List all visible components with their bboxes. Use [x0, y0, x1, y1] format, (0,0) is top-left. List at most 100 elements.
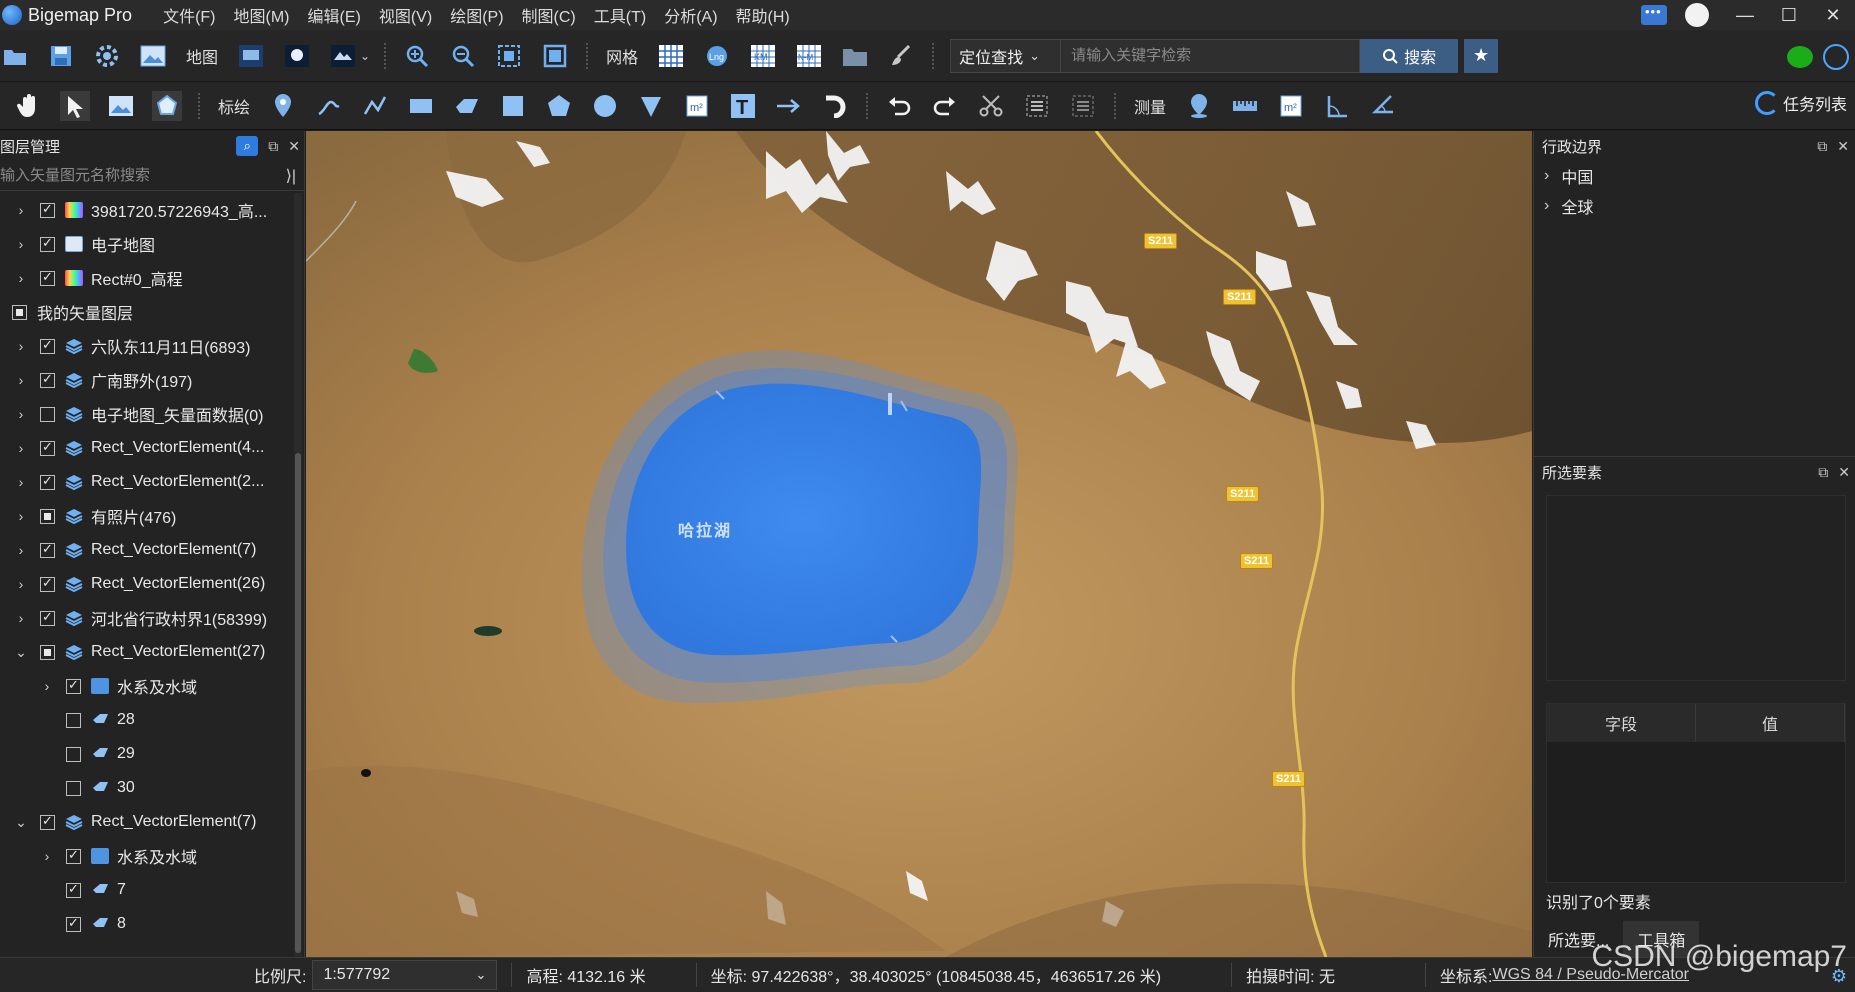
chevron-right-icon[interactable]: ›	[14, 440, 28, 456]
layer-checkbox[interactable]	[40, 473, 55, 490]
layer-checkbox[interactable]	[12, 304, 27, 320]
chevron-down-icon[interactable]: ⌄	[14, 814, 28, 831]
layer-row[interactable]: 7	[0, 873, 290, 907]
chevron-right-icon[interactable]: ›	[14, 270, 28, 286]
undo-icon[interactable]	[884, 91, 914, 121]
float-panel-icon[interactable]: ⧉	[268, 138, 278, 155]
image-export-icon[interactable]	[138, 41, 168, 71]
circle-draw-icon[interactable]	[590, 91, 620, 121]
layer-checkbox[interactable]	[66, 677, 81, 694]
menu-edit[interactable]: 编辑(E)	[299, 3, 370, 27]
square-draw-icon[interactable]	[498, 91, 528, 121]
layer-checkbox[interactable]	[40, 541, 55, 558]
close-window-button[interactable]: ✕	[1811, 0, 1855, 30]
sector-draw-icon[interactable]	[636, 91, 666, 121]
layer-row[interactable]: 29	[0, 737, 290, 771]
full-extent-icon[interactable]	[540, 41, 570, 71]
layer-checkbox[interactable]	[40, 337, 55, 354]
freehand-polygon-icon[interactable]	[452, 91, 482, 121]
chevron-right-icon[interactable]: ›	[14, 236, 28, 252]
attribute-list-icon[interactable]	[1022, 91, 1052, 121]
latlng-grid-icon[interactable]: Lng	[702, 41, 732, 71]
float-panel-icon[interactable]: ⧉	[1818, 464, 1828, 481]
layer-row[interactable]: ⌄ Rect_VectorElement(27)	[0, 635, 290, 669]
measure-distance-icon[interactable]	[1230, 91, 1260, 121]
close-icon[interactable]: ✕	[1838, 464, 1850, 481]
layer-checkbox[interactable]	[40, 575, 55, 592]
menu-view[interactable]: 视图(V)	[370, 3, 441, 27]
grid-icon[interactable]	[656, 41, 686, 71]
clear-brush-icon[interactable]	[886, 41, 916, 71]
area-label-icon[interactable]: m²	[682, 91, 712, 121]
layer-row[interactable]: › 广南野外(197)	[0, 363, 290, 397]
polygon-select-icon[interactable]	[152, 90, 182, 121]
measure-angle-icon[interactable]	[1322, 91, 1352, 121]
close-icon[interactable]: ✕	[288, 138, 300, 155]
zoom-in-icon[interactable]	[402, 41, 432, 71]
layer-row[interactable]: › 3981720.57226943_高...	[0, 193, 290, 227]
collapse-panel-icon[interactable]: ⟩|	[286, 166, 296, 186]
chevron-right-icon[interactable]: ›	[14, 372, 28, 388]
marker-icon[interactable]	[268, 91, 298, 121]
wechat-icon[interactable]	[1787, 46, 1813, 68]
layer-checkbox[interactable]	[40, 609, 55, 626]
admin-item-global[interactable]: › 全球	[1534, 191, 1855, 221]
layer-checkbox[interactable]	[40, 813, 55, 830]
map-source-icon[interactable]	[328, 41, 358, 71]
menu-map[interactable]: 地图(M)	[225, 3, 299, 27]
qq-icon[interactable]	[1823, 44, 1849, 70]
pan-hand-icon[interactable]	[14, 91, 44, 121]
layer-row[interactable]: › 河北省行政村界1(58399)	[0, 601, 290, 635]
selected-features-list[interactable]	[1546, 495, 1846, 681]
select-arrow-icon[interactable]	[60, 90, 90, 121]
chevron-right-icon[interactable]: ›	[40, 678, 54, 694]
layer-checkbox[interactable]	[66, 915, 81, 932]
maximize-button[interactable]: ☐	[1767, 0, 1811, 30]
chevron-down-icon[interactable]: ⌄	[14, 644, 28, 661]
menu-analysis[interactable]: 分析(A)	[655, 3, 726, 27]
open-folder-icon[interactable]	[0, 41, 30, 71]
layer-row[interactable]: 我的矢量图层	[0, 295, 290, 329]
search-input[interactable]	[1060, 38, 1361, 73]
satellite-map-icon[interactable]	[236, 41, 266, 71]
save-icon[interactable]	[46, 41, 76, 71]
measure-azimuth-icon[interactable]	[1368, 91, 1398, 121]
layer-search-input[interactable]	[0, 167, 260, 184]
minimize-button[interactable]: —	[1723, 0, 1767, 30]
search-button[interactable]: 搜索	[1360, 38, 1459, 73]
layer-checkbox[interactable]	[66, 881, 81, 898]
settings-gear-icon[interactable]	[92, 41, 122, 71]
layer-checkbox[interactable]	[66, 746, 81, 762]
chevron-right-icon[interactable]: ›	[14, 338, 28, 354]
image-select-icon[interactable]	[106, 91, 136, 121]
float-panel-icon[interactable]: ⧉	[1817, 138, 1827, 155]
folder-grid-icon[interactable]	[840, 41, 870, 71]
chevron-right-icon[interactable]: ›	[40, 848, 54, 864]
layer-checkbox[interactable]	[40, 235, 55, 252]
layer-checkbox[interactable]	[40, 644, 55, 660]
scale-select[interactable]: 1:577792 ⌄	[312, 960, 498, 990]
layer-row[interactable]: › 有照片(476)	[0, 499, 290, 533]
zoom-out-icon[interactable]	[448, 41, 478, 71]
user-avatar-icon[interactable]	[1685, 3, 1709, 27]
layer-row[interactable]: › 电子地图_矢量面数据(0)	[0, 397, 290, 431]
table-list-icon[interactable]	[1068, 91, 1098, 121]
layer-row[interactable]: › Rect#0_高程	[0, 261, 290, 295]
polyline-icon[interactable]	[360, 91, 390, 121]
menu-cartography[interactable]: 制图(C)	[513, 3, 585, 27]
menu-tools[interactable]: 工具(T)	[585, 3, 655, 27]
layer-row[interactable]: › 电子地图	[0, 227, 290, 261]
menu-help[interactable]: 帮助(H)	[727, 3, 799, 27]
layer-checkbox[interactable]	[40, 406, 55, 422]
layer-tree-scrollbar[interactable]	[294, 193, 302, 957]
chevron-right-icon[interactable]: ›	[14, 202, 28, 218]
chevron-right-icon[interactable]: ›	[14, 610, 28, 626]
layer-row[interactable]: › 水系及水域	[0, 669, 290, 703]
mapsheet-grid-icon[interactable]: N-M	[794, 41, 824, 71]
task-list-button[interactable]: 任务列表	[1754, 91, 1847, 115]
layer-checkbox[interactable]	[40, 201, 55, 218]
redo-icon[interactable]	[930, 91, 960, 121]
chevron-right-icon[interactable]: ›	[14, 406, 28, 422]
layer-row[interactable]: 30	[0, 771, 290, 805]
layer-row[interactable]: › Rect_VectorElement(2...	[0, 465, 290, 499]
